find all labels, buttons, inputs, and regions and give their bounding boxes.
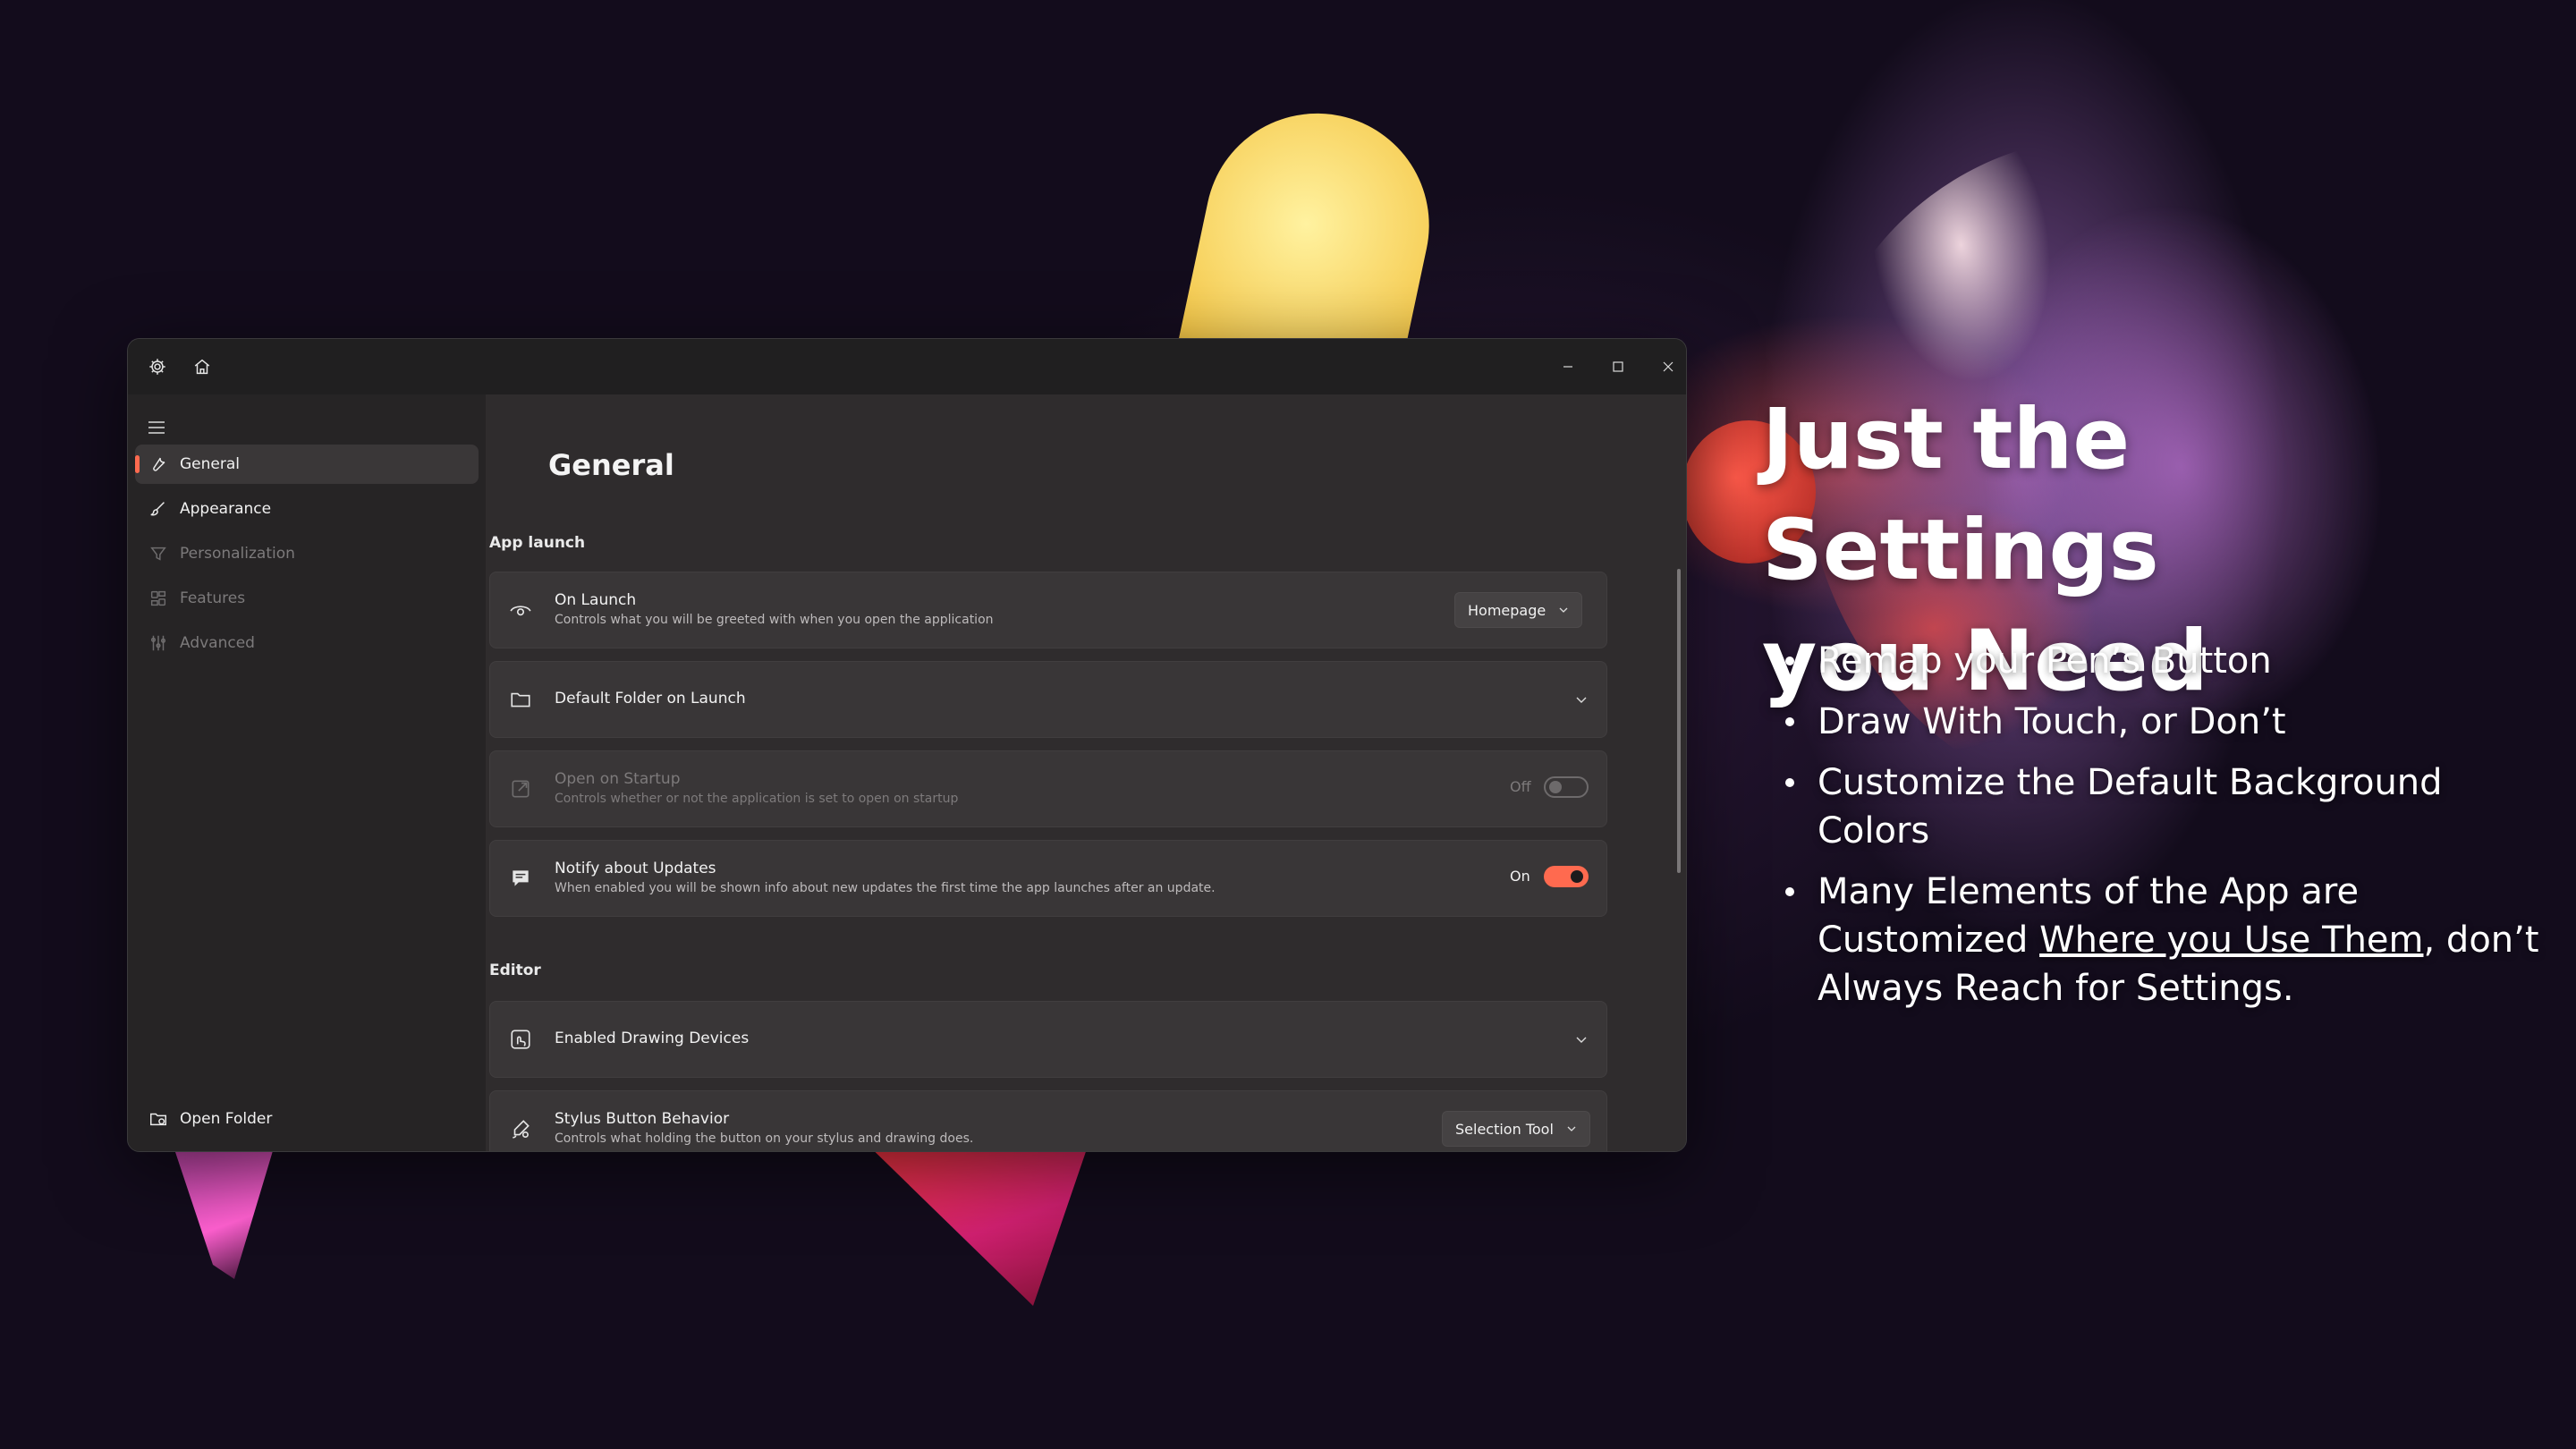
page-title: General bbox=[548, 448, 674, 482]
settings-content: General App launch On Launch Controls wh… bbox=[486, 394, 1686, 1151]
minimize-button[interactable] bbox=[1550, 353, 1586, 380]
sidebar-item-label: Personalization bbox=[180, 545, 295, 563]
feature-list: Remap your Pen’s Button Draw With Touch,… bbox=[1780, 637, 2540, 1025]
sidebar-item-advanced[interactable]: Advanced bbox=[135, 623, 479, 663]
hamburger-menu-icon[interactable] bbox=[146, 417, 167, 438]
open-on-startup-toggle[interactable] bbox=[1544, 776, 1589, 798]
touch-device-icon bbox=[508, 1027, 533, 1052]
feature-item: Draw With Touch, or Don’t bbox=[1780, 698, 2540, 746]
bullet-icon bbox=[1785, 657, 1794, 665]
stylus-button-card: Stylus Button Behavior Controls what hol… bbox=[489, 1090, 1607, 1151]
brush-icon bbox=[148, 498, 169, 520]
eye-icon bbox=[508, 597, 533, 623]
feature-text: Customize the Default Background Colors bbox=[1818, 762, 2443, 852]
sidebar-item-label: General bbox=[180, 455, 240, 473]
on-launch-card: On Launch Controls what you will be gree… bbox=[489, 572, 1607, 648]
open-on-startup-state: Off bbox=[1510, 778, 1531, 795]
sidebar-item-general[interactable]: General bbox=[135, 445, 479, 484]
home-icon[interactable] bbox=[191, 355, 214, 378]
sidebar-item-appearance[interactable]: Appearance bbox=[135, 489, 479, 529]
pink-shape-art bbox=[170, 1136, 277, 1279]
chevron-down-icon bbox=[1559, 607, 1568, 613]
section-title-editor: Editor bbox=[489, 962, 541, 979]
sidebar-item-label: Advanced bbox=[180, 634, 255, 652]
active-indicator bbox=[135, 455, 140, 473]
title-bar bbox=[128, 339, 1686, 394]
chevron-down-icon[interactable] bbox=[1574, 692, 1589, 707]
notify-updates-toggle[interactable] bbox=[1544, 866, 1589, 887]
sidebar-item-personalization[interactable]: Personalization bbox=[135, 534, 479, 573]
notify-updates-title: Notify about Updates bbox=[555, 860, 716, 877]
stylus-button-description: Controls what holding the button on your… bbox=[555, 1131, 974, 1146]
sidebar-item-label: Features bbox=[180, 589, 246, 607]
stylus-icon bbox=[508, 1116, 533, 1141]
folder-open-icon bbox=[148, 1108, 169, 1130]
notify-updates-state: On bbox=[1510, 868, 1530, 885]
open-on-startup-card: Open on Startup Controls whether or not … bbox=[489, 750, 1607, 827]
bullet-icon bbox=[1785, 778, 1794, 787]
drawing-devices-title: Enabled Drawing Devices bbox=[555, 1030, 750, 1047]
on-launch-value: Homepage bbox=[1468, 601, 1546, 619]
open-on-startup-title: Open on Startup bbox=[555, 770, 681, 788]
on-launch-description: Controls what you will be greeted with w… bbox=[555, 613, 994, 627]
stylus-button-title: Stylus Button Behavior bbox=[555, 1110, 730, 1128]
red-shape-art bbox=[859, 1136, 1091, 1306]
feature-text: Remap your Pen’s Button bbox=[1818, 640, 2272, 682]
drawing-devices-card[interactable]: Enabled Drawing Devices bbox=[489, 1001, 1607, 1078]
default-folder-title: Default Folder on Launch bbox=[555, 690, 746, 708]
section-title-app-launch: App launch bbox=[489, 534, 586, 552]
open-folder-label: Open Folder bbox=[180, 1110, 273, 1128]
maximize-button[interactable] bbox=[1600, 353, 1636, 380]
open-on-startup-description: Controls whether or not the application … bbox=[555, 792, 959, 806]
feature-link-text: Where you Use Them bbox=[2039, 919, 2424, 961]
message-icon bbox=[508, 866, 533, 891]
notify-updates-description: When enabled you will be shown info abou… bbox=[555, 881, 1216, 895]
on-launch-dropdown[interactable]: Homepage bbox=[1454, 592, 1583, 628]
close-button[interactable] bbox=[1650, 353, 1686, 380]
feature-item: Many Elements of the App are Customized … bbox=[1780, 868, 2540, 1013]
chevron-down-icon[interactable] bbox=[1574, 1032, 1589, 1046]
sidebar-item-label: Appearance bbox=[180, 500, 272, 518]
advanced-icon bbox=[148, 632, 169, 654]
scrollbar[interactable] bbox=[1677, 569, 1681, 873]
stylus-button-value: Selection Tool bbox=[1455, 1120, 1554, 1138]
chevron-down-icon bbox=[1567, 1126, 1576, 1131]
open-folder-button[interactable]: Open Folder bbox=[135, 1099, 479, 1139]
bullet-icon bbox=[1785, 717, 1794, 726]
folder-icon bbox=[508, 687, 533, 712]
on-launch-title: On Launch bbox=[555, 591, 637, 609]
sidebar-item-features[interactable]: Features bbox=[135, 579, 479, 618]
open-external-icon bbox=[508, 776, 533, 801]
funnel-icon bbox=[148, 543, 169, 564]
notify-updates-card: Notify about Updates When enabled you wi… bbox=[489, 840, 1607, 917]
feature-item: Customize the Default Background Colors bbox=[1780, 758, 2540, 855]
feature-item: Remap your Pen’s Button bbox=[1780, 637, 2540, 685]
feature-text: Draw With Touch, or Don’t bbox=[1818, 701, 2286, 742]
default-folder-card[interactable]: Default Folder on Launch bbox=[489, 661, 1607, 738]
gear-icon[interactable] bbox=[146, 355, 169, 378]
stylus-button-dropdown[interactable]: Selection Tool bbox=[1442, 1111, 1590, 1147]
features-icon bbox=[148, 588, 169, 609]
settings-window: General Appearance Personalization Featu… bbox=[127, 338, 1687, 1152]
wrench-icon bbox=[148, 453, 169, 475]
headline-line-1: Just the Settings bbox=[1762, 391, 2159, 599]
bullet-icon bbox=[1785, 887, 1794, 896]
sidebar: General Appearance Personalization Featu… bbox=[128, 394, 486, 1151]
